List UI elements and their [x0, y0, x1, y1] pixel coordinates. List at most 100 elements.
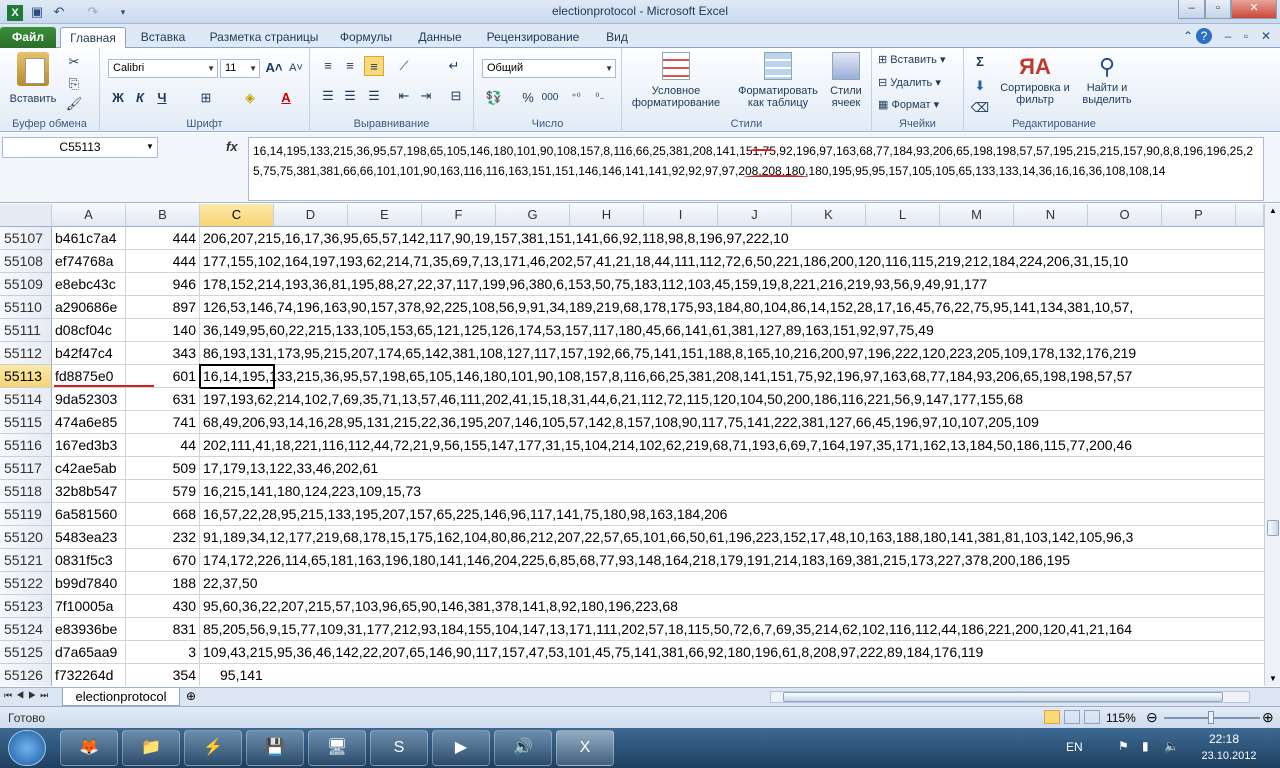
- col-header-i[interactable]: I: [644, 204, 718, 227]
- col-header-b[interactable]: B: [126, 204, 200, 227]
- cell-b[interactable]: 430: [126, 595, 200, 618]
- row-header[interactable]: 55111: [0, 319, 52, 342]
- col-header-g[interactable]: G: [496, 204, 570, 227]
- cell-b[interactable]: 509: [126, 457, 200, 480]
- align-bottom-icon[interactable]: ≡: [364, 56, 384, 76]
- cell-b[interactable]: 631: [126, 388, 200, 411]
- row-header[interactable]: 55116: [0, 434, 52, 457]
- format-cells-button[interactable]: ▦ Формат ▾: [878, 99, 939, 111]
- row-header[interactable]: 55123: [0, 595, 52, 618]
- media-player-classic-icon[interactable]: ▶: [432, 730, 490, 766]
- sheet-nav-icon[interactable]: ⏮◀▶⏭: [4, 690, 52, 701]
- col-header-partial[interactable]: [1236, 204, 1264, 227]
- scroll-thumb[interactable]: [1267, 520, 1279, 536]
- cell-b[interactable]: 232: [126, 526, 200, 549]
- row-header[interactable]: 55115: [0, 411, 52, 434]
- align-center-icon[interactable]: ☰: [340, 86, 360, 106]
- col-header-n[interactable]: N: [1014, 204, 1088, 227]
- speaker-app-icon[interactable]: 🔊: [494, 730, 552, 766]
- cell-a[interactable]: 32b8b547: [52, 480, 126, 503]
- clock-date[interactable]: 23.10.2012: [1194, 750, 1264, 762]
- cell-a[interactable]: b461c7a4: [52, 227, 126, 250]
- col-header-e[interactable]: E: [348, 204, 422, 227]
- percent-button[interactable]: %: [518, 88, 538, 108]
- row-header[interactable]: 55113: [0, 365, 52, 388]
- cell-a[interactable]: f732264d: [52, 664, 126, 686]
- ribbon-collapse-icon[interactable]: ⌃: [1180, 28, 1196, 44]
- excel-taskbar-icon[interactable]: X: [556, 730, 614, 766]
- cell-c[interactable]: 17,179,13,122,33,46,202,61: [200, 457, 1264, 480]
- italic-button[interactable]: К: [130, 88, 150, 108]
- cell-c[interactable]: 86,193,131,173,95,215,207,174,65,142,381…: [200, 342, 1264, 365]
- col-header-o[interactable]: O: [1088, 204, 1162, 227]
- zoom-slider[interactable]: [1164, 711, 1260, 724]
- decrease-decimal-icon[interactable]: ⁰₋: [590, 88, 610, 108]
- increase-indent-icon[interactable]: ⇥: [416, 86, 436, 106]
- font-size-select[interactable]: 11 ▼: [220, 59, 260, 78]
- name-box[interactable]: C55113: [2, 137, 158, 158]
- cell-a[interactable]: e83936be: [52, 618, 126, 641]
- cell-c[interactable]: 91,189,34,12,177,219,68,178,15,175,162,1…: [200, 526, 1264, 549]
- zoom-in-icon[interactable]: ⊕: [1262, 709, 1274, 726]
- language-indicator[interactable]: EN: [1066, 740, 1083, 754]
- cell-a[interactable]: 7f10005a: [52, 595, 126, 618]
- cell-b[interactable]: 897: [126, 296, 200, 319]
- align-right-icon[interactable]: ☰: [364, 86, 384, 106]
- cell-c[interactable]: 206,207,215,16,17,36,95,65,57,142,117,90…: [200, 227, 1264, 250]
- row-header[interactable]: 55118: [0, 480, 52, 503]
- font-name-select[interactable]: Calibri ▼: [108, 59, 218, 78]
- cell-b[interactable]: 579: [126, 480, 200, 503]
- delete-cells-button[interactable]: ⊟ Удалить ▾: [878, 77, 941, 89]
- fill-color-icon[interactable]: ◈: [240, 88, 260, 108]
- row-header[interactable]: 55112: [0, 342, 52, 365]
- cell-b[interactable]: 140: [126, 319, 200, 342]
- underline-button[interactable]: Ч: [152, 88, 172, 108]
- cell-a[interactable]: b99d7840: [52, 572, 126, 595]
- col-header-h[interactable]: H: [570, 204, 644, 227]
- cell-c[interactable]: 178,152,214,193,36,81,195,88,27,22,37,11…: [200, 273, 1264, 296]
- sheet-tab-electionprotocol[interactable]: electionprotocol: [62, 688, 180, 706]
- spreadsheet-grid[interactable]: A B C D E F G H I J K L M N O P 55107 b46…: [0, 204, 1264, 686]
- cell-b[interactable]: 3: [126, 641, 200, 664]
- autosum-icon[interactable]: Σ: [970, 52, 990, 72]
- cell-b[interactable]: 354: [126, 664, 200, 686]
- cell-a[interactable]: 6a581560: [52, 503, 126, 526]
- minimize-button[interactable]: –: [1178, 0, 1205, 19]
- select-all-corner[interactable]: [0, 204, 52, 227]
- tab-formulas[interactable]: Формулы: [334, 27, 398, 48]
- cell-a[interactable]: b42f47c4: [52, 342, 126, 365]
- row-header[interactable]: 55109: [0, 273, 52, 296]
- cell-a[interactable]: ef74768a: [52, 250, 126, 273]
- cell-c[interactable]: 202,111,41,18,221,116,112,44,72,21,9,56,…: [200, 434, 1264, 457]
- cell-c[interactable]: 174,172,226,114,65,181,163,196,180,141,1…: [200, 549, 1264, 572]
- row-header[interactable]: 55120: [0, 526, 52, 549]
- row-header[interactable]: 55117: [0, 457, 52, 480]
- cell-c[interactable]: 95,141: [200, 664, 1264, 686]
- remote-desktop-icon[interactable]: 🖥: [308, 730, 366, 766]
- col-header-l[interactable]: L: [866, 204, 940, 227]
- cell-a[interactable]: 5483ea23: [52, 526, 126, 549]
- col-header-k[interactable]: K: [792, 204, 866, 227]
- cell-c[interactable]: 177,155,102,164,197,193,62,214,71,35,69,…: [200, 250, 1264, 273]
- decrease-indent-icon[interactable]: ⇤: [394, 86, 414, 106]
- cell-b[interactable]: 44: [126, 434, 200, 457]
- row-header[interactable]: 55126: [0, 664, 52, 686]
- cell-c[interactable]: 22,37,50: [200, 572, 1264, 595]
- col-header-c[interactable]: C: [200, 204, 274, 227]
- cell-a[interactable]: d08cf04c: [52, 319, 126, 342]
- clock-time[interactable]: 22:18: [1194, 732, 1254, 746]
- fx-button[interactable]: fx: [226, 139, 238, 154]
- cell-c[interactable]: 16,215,141,180,124,223,109,15,73: [200, 480, 1264, 503]
- col-header-d[interactable]: D: [274, 204, 348, 227]
- tray-network-icon[interactable]: ▮: [1142, 739, 1149, 753]
- col-header-m[interactable]: M: [940, 204, 1014, 227]
- cell-c[interactable]: 197,193,62,214,102,7,69,35,71,13,57,46,1…: [200, 388, 1264, 411]
- merge-center-icon[interactable]: ⊟: [446, 86, 466, 106]
- cut-icon[interactable]: ✂: [64, 52, 84, 72]
- row-header[interactable]: 55119: [0, 503, 52, 526]
- doc-close-icon[interactable]: ✕: [1258, 28, 1274, 44]
- page-layout-view-icon[interactable]: [1064, 710, 1080, 724]
- copy-icon[interactable]: ⎘: [64, 74, 84, 94]
- horizontal-scroll-thumb[interactable]: [783, 692, 1223, 702]
- tab-data[interactable]: Данные: [410, 27, 470, 48]
